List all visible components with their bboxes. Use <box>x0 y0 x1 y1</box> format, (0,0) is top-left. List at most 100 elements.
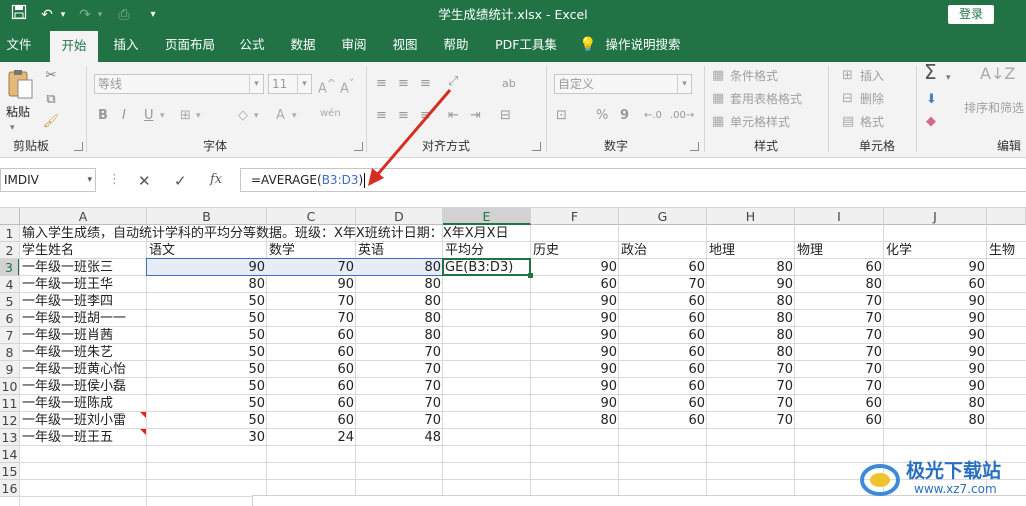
conditional-format-button[interactable]: 条件格式 <box>730 68 778 84</box>
font-color-icon[interactable]: A <box>276 108 285 124</box>
score-cell[interactable]: 70 <box>707 361 795 378</box>
align-middle-icon[interactable]: ≡ <box>398 76 409 92</box>
score-cell[interactable]: 70 <box>356 344 443 361</box>
score-cell[interactable]: 90 <box>531 293 619 310</box>
score-cell[interactable]: 50 <box>147 327 267 344</box>
increase-decimal-icon[interactable]: ←.0 <box>644 108 662 124</box>
row-header-12[interactable]: 12 <box>0 412 20 429</box>
score-cell[interactable]: 50 <box>147 293 267 310</box>
score-cell[interactable]: 70 <box>795 361 884 378</box>
align-right-icon[interactable]: ≡ <box>420 108 431 124</box>
font-color-dropdown-icon[interactable]: ▾ <box>292 108 297 124</box>
score-cell[interactable]: 60 <box>795 259 884 276</box>
score-cell[interactable]: 70 <box>707 395 795 412</box>
bold-button[interactable]: B <box>98 108 108 124</box>
score-cell[interactable]: 70 <box>267 293 356 310</box>
score-cell[interactable]: 90 <box>531 378 619 395</box>
decrease-font-icon[interactable]: A˅ <box>340 76 354 97</box>
column-header-D[interactable]: D <box>356 208 443 225</box>
score-cell[interactable]: 70 <box>795 310 884 327</box>
italic-button[interactable]: I <box>122 108 126 124</box>
score-cell[interactable]: 90 <box>531 395 619 412</box>
score-cell[interactable]: 80 <box>707 259 795 276</box>
score-cell[interactable]: 90 <box>884 378 987 395</box>
score-cell[interactable]: 80 <box>707 293 795 310</box>
score-cell[interactable]: 60 <box>619 412 707 429</box>
student-name-cell[interactable]: 一年级一班胡一一 <box>20 310 147 327</box>
align-left-icon[interactable]: ≡ <box>376 108 387 124</box>
score-cell[interactable]: 24 <box>267 429 356 446</box>
score-cell[interactable]: 70 <box>795 378 884 395</box>
cut-icon[interactable]: ✂ <box>42 68 60 84</box>
tab-home[interactable]: 开始 <box>50 31 98 62</box>
decrease-decimal-icon[interactable]: .00→ <box>670 108 694 124</box>
row-header-2[interactable]: 2 <box>0 242 20 259</box>
tab-view[interactable]: 视图 <box>384 30 426 62</box>
column-header-J[interactable]: J <box>884 208 987 225</box>
wrap-text-icon[interactable]: ab <box>502 76 516 92</box>
cell-styles-button[interactable]: 单元格样式 <box>730 114 790 130</box>
score-cell[interactable]: 90 <box>884 327 987 344</box>
tab-review[interactable]: 审阅 <box>334 30 374 62</box>
align-center-icon[interactable]: ≡ <box>398 108 409 124</box>
score-cell[interactable]: 80 <box>356 310 443 327</box>
header-cell[interactable]: 英语 <box>356 242 443 259</box>
align-bottom-icon[interactable]: ≡ <box>420 76 431 92</box>
score-cell[interactable]: 60 <box>267 395 356 412</box>
score-cell[interactable]: 50 <box>147 412 267 429</box>
tab-file[interactable]: 文件 <box>0 30 38 62</box>
score-cell[interactable]: 70 <box>356 395 443 412</box>
score-cell[interactable]: 80 <box>795 276 884 293</box>
sort-filter-button[interactable]: 排序和筛选 <box>964 100 1024 116</box>
clear-icon[interactable]: ◆ <box>926 114 936 130</box>
number-format-combo[interactable]: 自定义 ▾ <box>554 74 692 94</box>
format-as-table-button[interactable]: 套用表格格式 <box>730 91 802 107</box>
column-header-I[interactable]: I <box>795 208 884 225</box>
score-cell[interactable]: 60 <box>795 412 884 429</box>
score-cell[interactable]: 70 <box>707 378 795 395</box>
score-cell[interactable]: 80 <box>356 293 443 310</box>
header-cell[interactable]: 平均分 <box>443 242 531 259</box>
header-cell[interactable]: 生物 <box>987 242 1026 259</box>
row-header-14[interactable]: 14 <box>0 446 20 463</box>
column-header-F[interactable]: F <box>531 208 619 225</box>
score-cell[interactable]: 80 <box>707 327 795 344</box>
header-cell[interactable]: 语文 <box>147 242 267 259</box>
score-cell[interactable]: 80 <box>356 327 443 344</box>
score-cell[interactable]: 30 <box>147 429 267 446</box>
score-cell[interactable]: 60 <box>267 412 356 429</box>
score-cell[interactable]: 70 <box>267 310 356 327</box>
score-cell[interactable]: 90 <box>531 259 619 276</box>
font-launcher-icon[interactable] <box>354 142 363 151</box>
comment-indicator[interactable] <box>140 429 146 435</box>
student-name-cell[interactable]: 一年级一班朱艺 <box>20 344 147 361</box>
column-header-H[interactable]: H <box>707 208 795 225</box>
score-cell[interactable]: 70 <box>795 327 884 344</box>
row-header-10[interactable]: 10 <box>0 378 20 395</box>
score-cell[interactable]: 70 <box>356 412 443 429</box>
formula-input[interactable]: =AVERAGE(B3:D3) <box>240 168 1026 192</box>
header-cell[interactable]: 地理 <box>707 242 795 259</box>
row-header-3[interactable]: 3 <box>0 259 20 276</box>
score-cell[interactable]: 70 <box>795 344 884 361</box>
score-cell[interactable]: 50 <box>147 310 267 327</box>
font-name-combo[interactable]: 等线 ▾ <box>94 74 264 94</box>
score-cell[interactable]: 70 <box>356 378 443 395</box>
score-cell[interactable]: 90 <box>707 276 795 293</box>
tab-data[interactable]: 数据 <box>282 30 324 62</box>
row-header-7[interactable]: 7 <box>0 327 20 344</box>
score-cell[interactable]: 70 <box>795 293 884 310</box>
decrease-indent-icon[interactable]: ⇤ <box>448 108 459 124</box>
score-cell[interactable]: 60 <box>619 344 707 361</box>
header-cell[interactable]: 政治 <box>619 242 707 259</box>
enter-icon[interactable]: ✓ <box>174 172 187 190</box>
row-header-5[interactable]: 5 <box>0 293 20 310</box>
score-cell[interactable]: 90 <box>884 293 987 310</box>
score-cell[interactable]: 90 <box>531 344 619 361</box>
score-cell[interactable]: 60 <box>619 259 707 276</box>
sort-filter-icon[interactable]: A↓Z <box>980 66 1015 82</box>
score-cell[interactable]: 70 <box>707 412 795 429</box>
score-cell[interactable]: 80 <box>147 276 267 293</box>
delete-cells-button[interactable]: 删除 <box>860 91 884 107</box>
student-name-cell[interactable]: 一年级一班李四 <box>20 293 147 310</box>
